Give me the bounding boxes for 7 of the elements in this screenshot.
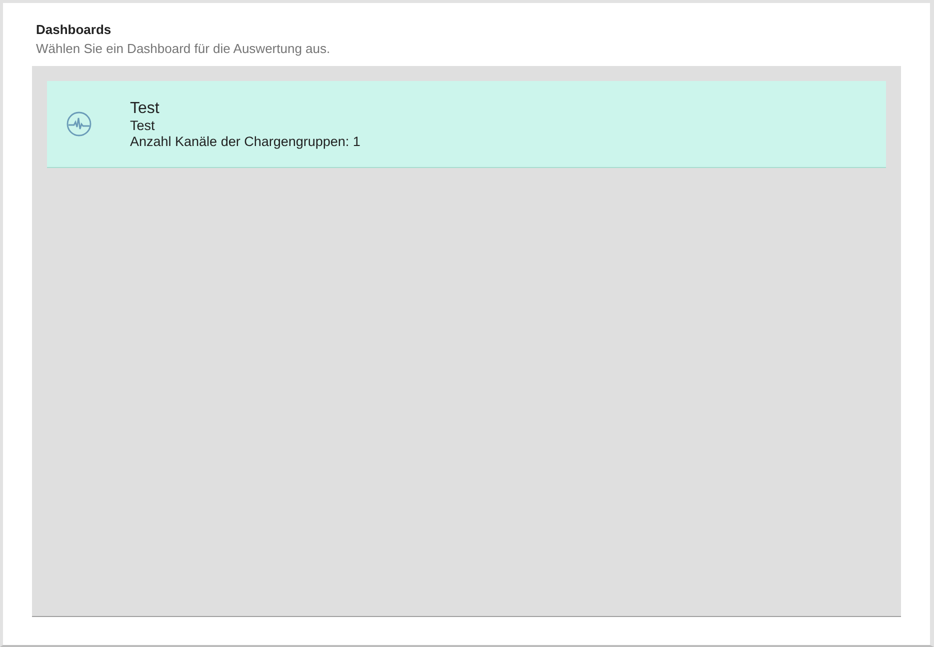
dashboard-description: Test (130, 118, 156, 134)
dashboard-item[interactable]: Test Test Anzahl Kanäle der Chargengruppen: 1 (47, 81, 886, 168)
page-subtitle: Wählen Sie ein Dashboard für die Auswertung aus. (36, 40, 332, 57)
dashboard-title: Test (130, 98, 160, 118)
page-title: Dashboards (36, 21, 112, 38)
pulse-icon (66, 111, 92, 137)
dashboard-info: Anzahl Kanäle der Chargengruppen: 1 (130, 134, 360, 150)
